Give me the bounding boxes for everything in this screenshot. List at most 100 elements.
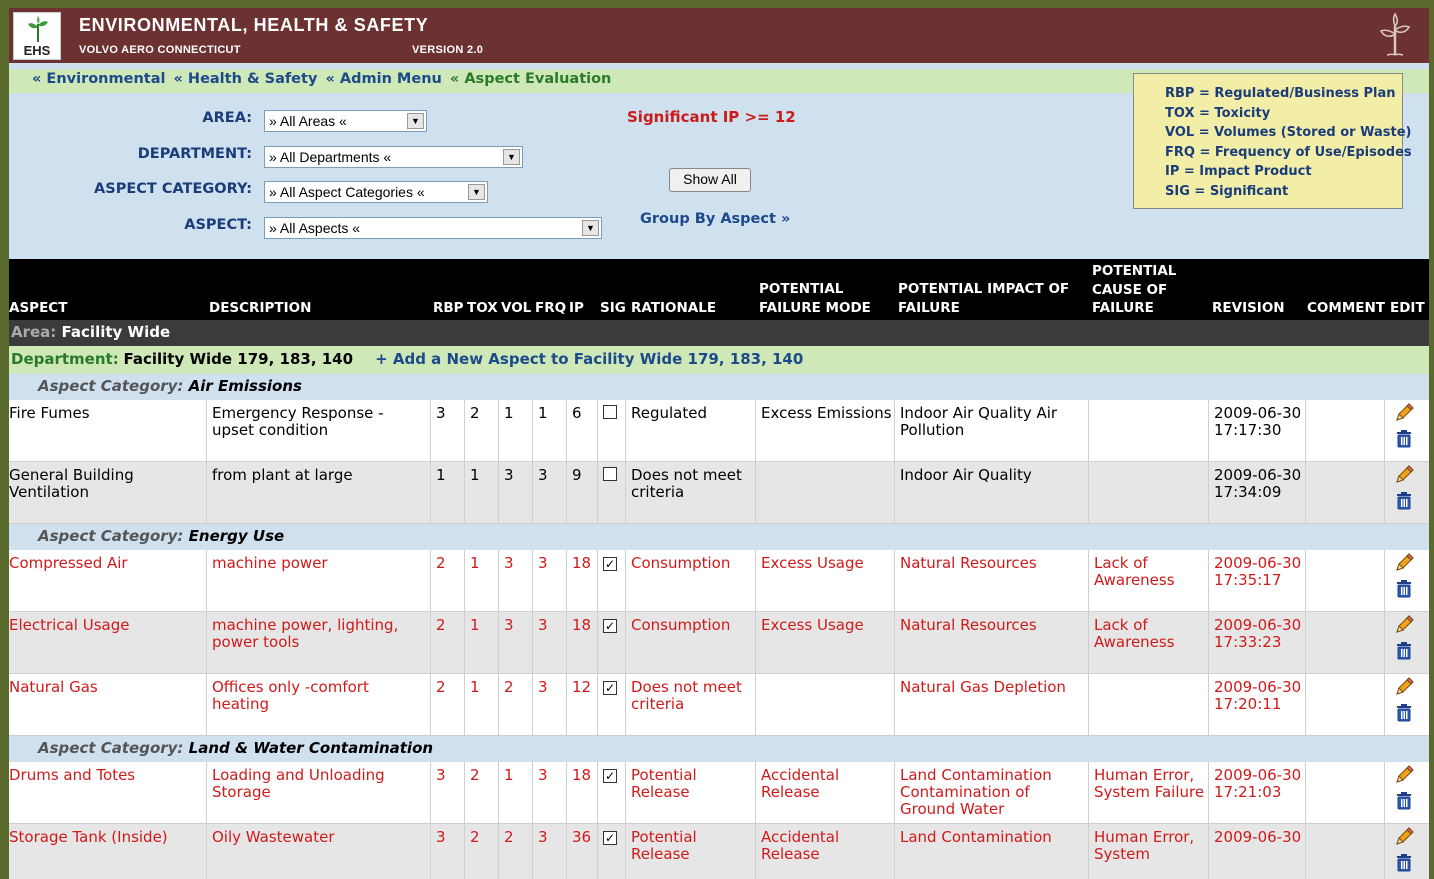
table-row[interactable]: Electrical Usage machine power, lighting,… <box>9 612 1429 674</box>
col-ip[interactable]: IP <box>569 299 584 318</box>
cell-tox: 1 <box>464 550 498 611</box>
col-rbp[interactable]: RBP <box>433 299 464 318</box>
cell-sig: ✓ <box>597 550 625 611</box>
aspect-category-name: Land & Water Contamination <box>188 739 434 757</box>
cell-comment <box>1305 674 1384 735</box>
edit-pencil-icon[interactable] <box>1393 402 1415 424</box>
delete-trash-icon[interactable] <box>1393 640 1415 660</box>
aspect-category-label: Aspect Category: <box>38 527 184 545</box>
cell-cause <box>1088 674 1208 735</box>
show-all-button[interactable]: Show All <box>669 168 751 192</box>
cell-vol: 2 <box>498 674 532 735</box>
dropdown-arrow-icon[interactable]: ▼ <box>582 220 599 236</box>
cell-comment <box>1305 400 1384 461</box>
cell-edit <box>1384 462 1429 523</box>
cell-impact: Indoor Air Quality <box>894 462 1088 523</box>
cell-rbp: 2 <box>430 612 464 673</box>
breadcrumb-health-safety[interactable]: « Health & Safety <box>174 71 318 87</box>
group-by-aspect-link[interactable]: Group By Aspect » <box>640 211 790 227</box>
cell-frq: 3 <box>532 612 566 673</box>
cell-impact: Natural Resources <box>894 612 1088 673</box>
edit-pencil-icon[interactable] <box>1393 764 1415 786</box>
edit-pencil-icon[interactable] <box>1393 614 1415 636</box>
cell-edit <box>1384 824 1429 879</box>
cell-failure-mode <box>755 674 894 735</box>
dropdown-arrow-icon[interactable]: ▼ <box>407 113 424 129</box>
col-edit[interactable]: EDIT <box>1390 299 1425 318</box>
cell-impact: Natural Gas Depletion <box>894 674 1088 735</box>
edit-pencil-icon[interactable] <box>1393 464 1415 486</box>
edit-pencil-icon[interactable] <box>1393 552 1415 574</box>
col-vol[interactable]: VOL <box>501 299 531 318</box>
table-row[interactable]: Compressed Air machine power 2 1 3 3 18 ✓ Consum… <box>9 550 1429 612</box>
cell-failure-mode: Excess Emissions <box>755 400 894 461</box>
col-cause-line3: FAILURE <box>1092 300 1154 316</box>
table-row[interactable]: Natural Gas Offices only -comfort heating… <box>9 674 1429 736</box>
cell-failure-mode: Accidental Release <box>755 824 894 879</box>
dropdown-arrow-icon[interactable]: ▼ <box>503 149 520 165</box>
department-row-label: Department: <box>11 350 119 368</box>
cell-edit <box>1384 674 1429 735</box>
col-impact[interactable]: POTENTIAL IMPACT OF FAILURE <box>898 280 1069 317</box>
col-rationale[interactable]: RATIONALE <box>631 299 716 318</box>
delete-trash-icon[interactable] <box>1393 578 1415 598</box>
cell-aspect: Drums and Totes <box>9 766 136 784</box>
legend-rbp: RBP = Regulated/Business Plan <box>1165 86 1396 101</box>
delete-trash-icon[interactable] <box>1393 490 1415 510</box>
cell-failure-mode: Accidental Release <box>755 762 894 823</box>
aspect-category-name: Air Emissions <box>188 377 302 395</box>
cell-vol: 1 <box>498 400 532 461</box>
col-aspect[interactable]: ASPECT <box>9 299 67 318</box>
department-select[interactable]: » All Departments « ▼ <box>264 146 523 168</box>
aspect-select[interactable]: » All Aspects « ▼ <box>264 217 602 239</box>
breadcrumb-admin-menu[interactable]: « Admin Menu <box>325 71 441 87</box>
breadcrumb-environmental[interactable]: « Environmental <box>32 71 165 87</box>
cell-cause <box>1088 462 1208 523</box>
area-select[interactable]: » All Areas « ▼ <box>264 110 427 132</box>
breadcrumb-aspect-evaluation[interactable]: « Aspect Evaluation <box>450 71 611 87</box>
version-label: VERSION 2.0 <box>412 44 484 56</box>
ehs-logo[interactable]: EHS <box>13 12 61 60</box>
aspect-category-select[interactable]: » All Aspect Categories « ▼ <box>264 181 488 203</box>
col-sig[interactable]: SIG <box>600 299 626 318</box>
edit-pencil-icon[interactable] <box>1393 676 1415 698</box>
cell-rationale: Potential Release <box>625 824 755 879</box>
delete-trash-icon[interactable] <box>1393 852 1415 872</box>
delete-trash-icon[interactable] <box>1393 702 1415 722</box>
legend-tox: TOX = Toxicity <box>1165 105 1271 121</box>
table-row[interactable]: Fire Fumes Emergency Response - upset con… <box>9 400 1429 462</box>
delete-trash-icon[interactable] <box>1393 790 1415 810</box>
add-aspect-link[interactable]: + Add a New Aspect to Facility Wide 179,… <box>375 350 803 368</box>
col-failure-mode[interactable]: POTENTIAL FAILURE MODE <box>759 280 871 317</box>
col-cause[interactable]: POTENTIAL CAUSE OF FAILURE <box>1092 262 1176 318</box>
logo-text: EHS <box>23 43 51 58</box>
cell-frq: 3 <box>532 674 566 735</box>
table-row[interactable]: General Building Ventilation from plant a… <box>9 462 1429 524</box>
table-row[interactable]: Storage Tank (Inside) Oily Wastewater 3 2 2 3… <box>9 824 1429 879</box>
cell-ip: 18 <box>566 612 597 673</box>
unchecked-checkbox-icon <box>603 467 617 481</box>
delete-trash-icon[interactable] <box>1393 428 1415 448</box>
checked-checkbox-icon: ✓ <box>603 557 617 571</box>
cell-cause: Lack of Awareness <box>1088 550 1208 611</box>
aspect-label: ASPECT: <box>184 217 252 233</box>
aspect-category-label: ASPECT CATEGORY: <box>94 181 252 197</box>
unchecked-checkbox-icon <box>603 405 617 419</box>
cell-edit <box>1384 400 1429 461</box>
legend-ip: IP = Impact Product <box>1165 164 1312 180</box>
col-description[interactable]: DESCRIPTION <box>209 299 311 318</box>
edit-pencil-icon[interactable] <box>1393 826 1415 848</box>
col-comment[interactable]: COMMENT <box>1307 299 1385 318</box>
cell-aspect: Fire Fumes <box>9 404 90 422</box>
table-row[interactable]: Drums and Totes Loading and Unloading Sto… <box>9 762 1429 824</box>
cell-vol: 3 <box>498 612 532 673</box>
cell-frq: 3 <box>532 550 566 611</box>
cell-aspect: Electrical Usage <box>9 616 130 634</box>
col-frq[interactable]: FRQ <box>535 299 566 318</box>
col-failure-mode-line1: POTENTIAL <box>759 281 844 297</box>
cell-impact: Indoor Air Quality Air Pollution <box>894 400 1088 461</box>
col-revision[interactable]: REVISION <box>1212 299 1285 318</box>
dropdown-arrow-icon[interactable]: ▼ <box>468 184 485 200</box>
cell-comment <box>1305 550 1384 611</box>
col-tox[interactable]: TOX <box>467 299 498 318</box>
